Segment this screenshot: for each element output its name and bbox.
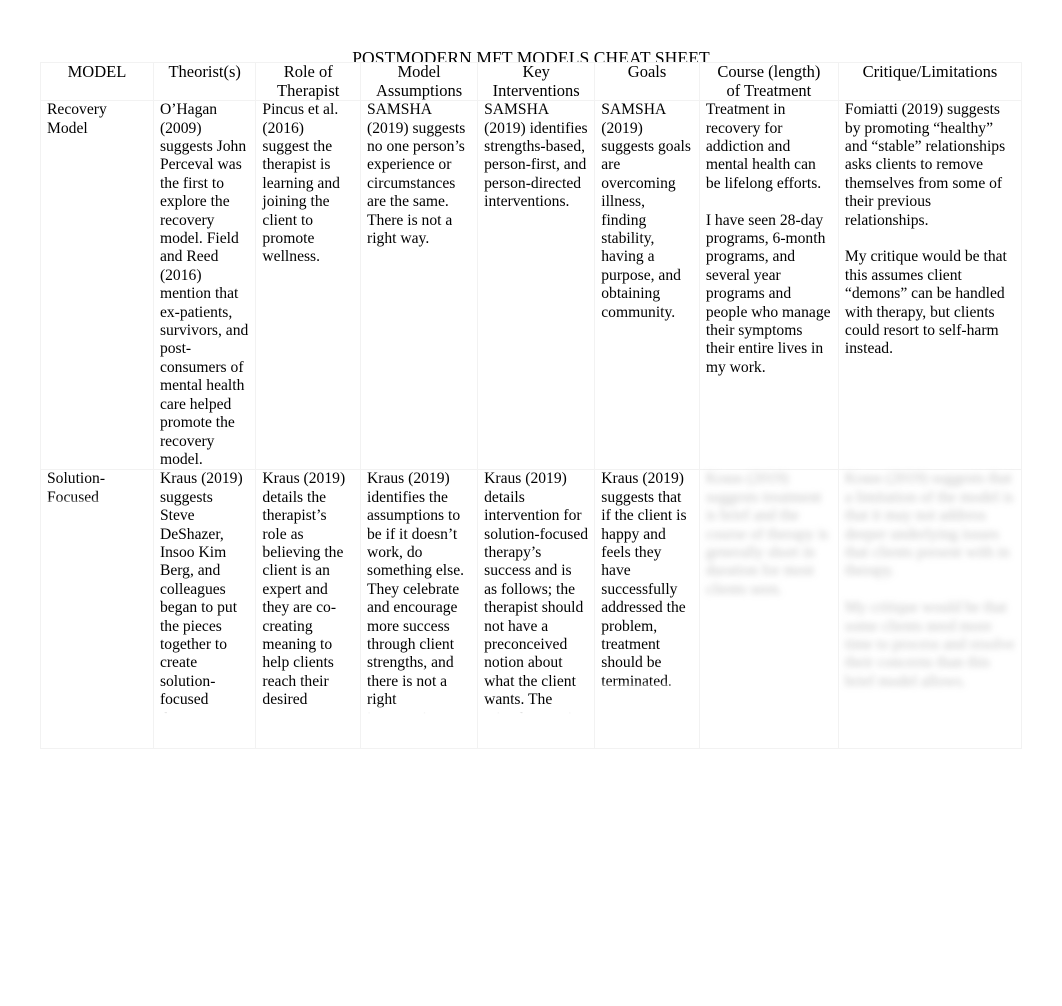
cell-interventions-text: Kraus (2019) details intervention for so…: [484, 470, 589, 714]
column-header-role-line2: Therapist: [277, 80, 340, 100]
cell-key-interventions: SAMSHA (2019) identifies strengths-based…: [477, 100, 596, 471]
cell-assumptions-clip: Kraus (2019) identifies the assumptions …: [367, 470, 472, 715]
column-header-critique-label: Critique/Limitations: [862, 62, 998, 81]
column-header-critique-limitations: Critique/Limitations: [837, 61, 1023, 102]
cell-critique-limitations: Fomiatti (2019) suggests by promoting “h…: [837, 100, 1023, 471]
cell-course-paragraph-1: Kraus (2019) suggests treatment is brief…: [705, 470, 829, 598]
column-header-role-of-therapist: Role of Therapist: [255, 61, 361, 102]
table-body: Recovery Model O’Hagan (2009) suggests J…: [40, 100, 1023, 750]
column-header-model-label: MODEL: [67, 62, 127, 81]
cell-critique-paragraph-1: Fomiatti (2019) suggests by promoting “h…: [844, 101, 1006, 229]
column-header-assumptions-line2: Assumptions: [375, 80, 463, 100]
cell-role-text: Kraus (2019) details the therapist’s rol…: [262, 470, 346, 714]
column-header-theorists: Theorist(s): [152, 61, 257, 102]
column-header-interventions-line2: Interventions: [492, 80, 580, 100]
table-header-row: MODEL Theorist(s) Role of Therapist Mode…: [40, 61, 1023, 102]
cell-critique-paragraph-2: My critique would be that some clients n…: [844, 599, 1015, 690]
cell-role-of-therapist: Kraus (2019) details the therapist’s rol…: [255, 469, 361, 750]
cell-theorists-clip: Kraus (2019) suggests Steve DeShazer, In…: [159, 470, 250, 715]
column-header-key-interventions: Key Interventions: [477, 61, 596, 102]
column-header-role-line1: Role of: [283, 62, 333, 81]
cell-critique-paragraph-1: Kraus (2019) suggests that a limitation …: [844, 470, 1014, 580]
cell-goals-text: Kraus (2019) suggests that if the client…: [601, 470, 687, 690]
cell-goals: Kraus (2019) suggests that if the client…: [594, 469, 700, 750]
cell-theorists-text: O’Hagan (2009) suggests John Perceval wa…: [159, 101, 249, 468]
column-header-interventions-line1: Key: [522, 62, 550, 81]
cell-key-interventions: Kraus (2019) details intervention for so…: [477, 469, 596, 750]
cell-goals-text: SAMSHA (2019) suggests goals are overcom…: [601, 101, 691, 321]
column-header-course-line2: of Treatment: [726, 80, 812, 100]
cheat-sheet-table-wrapper: MODEL Theorist(s) Role of Therapist Mode…: [40, 61, 1023, 750]
column-header-course-of-treatment: Course (length) of Treatment: [698, 61, 839, 102]
cell-model: Solution-Focused: [40, 469, 154, 750]
cell-goals-clip: Kraus (2019) suggests that if the client…: [601, 470, 693, 692]
cell-critique-paragraph-2: My critique would be that this assumes c…: [844, 248, 1007, 358]
cell-course-paragraph-2: I have seen 28-day programs, 6-month pro…: [705, 211, 831, 376]
cell-goals: SAMSHA (2019) suggests goals are overcom…: [594, 100, 700, 471]
column-header-goals-label: Goals: [627, 62, 667, 81]
cell-model-text: Recovery Model: [47, 101, 107, 137]
cell-assumptions-text: Kraus (2019) identifies the assumptions …: [367, 470, 465, 714]
column-header-theorists-label: Theorist(s): [168, 62, 241, 81]
cell-model-assumptions: Kraus (2019) identifies the assumptions …: [359, 469, 479, 750]
cell-role-text: Pincus et al. (2016) suggest the therapi…: [262, 101, 340, 266]
table-header: MODEL Theorist(s) Role of Therapist Mode…: [40, 61, 1023, 102]
document-page: POSTMODERN MFT MODELS CHEAT SHEET MODEL …: [0, 0, 1062, 1006]
cell-critique-redacted: Kraus (2019) suggests that a limitation …: [845, 470, 1015, 691]
cell-theorists: O’Hagan (2009) suggests John Perceval wa…: [152, 100, 257, 471]
cell-course-of-treatment: Treatment in recovery for addiction and …: [698, 100, 839, 471]
cell-model: Recovery Model: [40, 100, 154, 471]
cell-course-of-treatment: Kraus (2019) suggests treatment is brief…: [698, 469, 839, 750]
cell-theorists: Kraus (2019) suggests Steve DeShazer, In…: [152, 469, 257, 750]
cell-interventions-text: SAMSHA (2019) identifies strengths-based…: [484, 101, 588, 211]
column-header-model-assumptions: Model Assumptions: [359, 61, 479, 102]
column-header-model: MODEL: [40, 61, 154, 102]
cell-role-of-therapist: Pincus et al. (2016) suggest the therapi…: [255, 100, 361, 471]
cell-model-text: Solution-Focused: [47, 470, 106, 506]
cell-theorists-text: Kraus (2019) suggests Steve DeShazer, In…: [159, 470, 243, 714]
table-row: Solution-Focused Kraus (2019) suggests S…: [40, 469, 1023, 750]
cell-model-assumptions: SAMSHA (2019) suggests no one person’s e…: [359, 100, 479, 471]
cell-interventions-clip: Kraus (2019) details intervention for so…: [484, 470, 589, 715]
cell-course-redacted: Kraus (2019) suggests treatment is brief…: [706, 470, 832, 599]
column-header-assumptions-line1: Model: [397, 62, 441, 81]
cell-course-paragraph-1: Treatment in recovery for addiction and …: [705, 101, 822, 192]
column-header-course-line1: Course (length): [717, 62, 821, 81]
cell-model-clip: Solution-Focused: [47, 470, 147, 507]
cell-assumptions-text: SAMSHA (2019) suggests no one person’s e…: [367, 101, 466, 248]
cell-critique-limitations: Kraus (2019) suggests that a limitation …: [837, 469, 1023, 750]
column-header-goals: Goals: [594, 61, 700, 102]
cheat-sheet-table: MODEL Theorist(s) Role of Therapist Mode…: [40, 61, 1023, 750]
cell-role-clip: Kraus (2019) details the therapist’s rol…: [262, 470, 354, 715]
table-row: Recovery Model O’Hagan (2009) suggests J…: [40, 100, 1023, 471]
